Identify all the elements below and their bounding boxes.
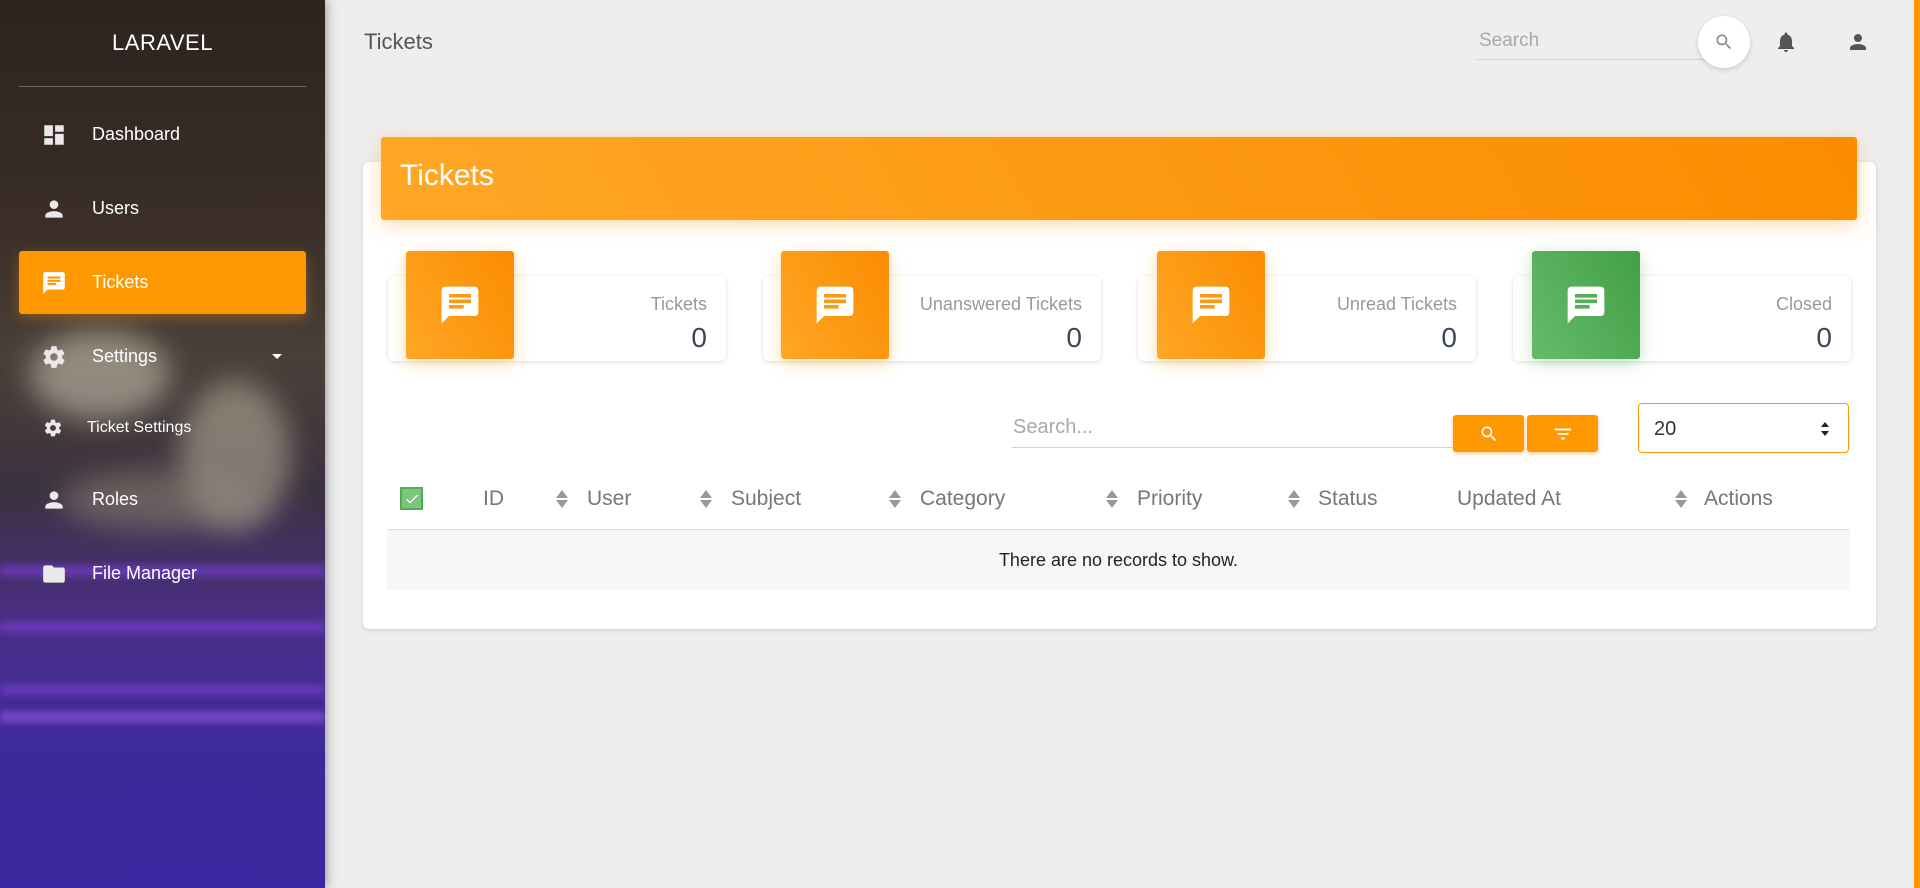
- sort-icon[interactable]: [1105, 488, 1119, 510]
- per-page-value: 20: [1654, 418, 1677, 440]
- chevron-down-icon: [272, 354, 282, 359]
- sidebar-item-roles[interactable]: Roles: [19, 468, 306, 531]
- sidebar-item-dashboard[interactable]: Dashboard: [19, 103, 306, 166]
- stat-icon-box: [1157, 251, 1265, 359]
- sidebar-item-settings[interactable]: Settings: [19, 325, 306, 388]
- gear-icon: [43, 418, 63, 438]
- column-header-status[interactable]: Status: [1318, 487, 1378, 511]
- sidebar-item-tickets[interactable]: Tickets: [19, 251, 306, 314]
- background-stripe: [0, 685, 325, 695]
- sort-icon[interactable]: [888, 488, 902, 510]
- select-all-checkbox[interactable]: [400, 487, 423, 510]
- user-menu-button[interactable]: [1846, 30, 1870, 54]
- table-search-button[interactable]: [1453, 415, 1524, 452]
- sidebar-item-label: Tickets: [92, 272, 149, 292]
- background-stripe: [0, 622, 325, 632]
- sort-icon[interactable]: [1674, 488, 1688, 510]
- sort-icon[interactable]: [699, 488, 713, 510]
- stat-icon-box: [1532, 251, 1640, 359]
- page-title: Tickets: [364, 29, 433, 54]
- stat-value: 0: [691, 322, 707, 353]
- dashboard-icon: [41, 122, 67, 148]
- column-header-actions: Actions: [1704, 487, 1773, 510]
- chat-icon: [441, 286, 479, 324]
- column-header-id[interactable]: ID: [483, 487, 504, 511]
- sidebar-item-ticket-settings[interactable]: Ticket Settings: [19, 399, 306, 457]
- sort-icon[interactable]: [1287, 488, 1301, 510]
- sidebar-item-label: Users: [92, 198, 140, 218]
- card-header: Tickets: [381, 137, 1857, 220]
- background-stripe: [0, 712, 325, 722]
- person-icon: [41, 196, 67, 222]
- filter-button[interactable]: [1527, 415, 1598, 452]
- empty-table-message: There are no records to show.: [387, 530, 1850, 590]
- sidebar-item-label: Ticket Settings: [87, 419, 192, 436]
- column-header-category[interactable]: Category: [920, 487, 1005, 511]
- chat-icon: [816, 286, 854, 324]
- chat-icon: [41, 270, 67, 296]
- table-search-input[interactable]: [1012, 408, 1452, 448]
- bell-icon: [1778, 32, 1794, 52]
- search-icon: [1481, 426, 1496, 441]
- stat-value: 0: [1066, 322, 1082, 353]
- sidebar-item-label: Settings: [92, 346, 158, 366]
- gear-icon: [41, 344, 67, 370]
- column-header-subject[interactable]: Subject: [731, 487, 801, 511]
- check-icon: [405, 494, 418, 504]
- chat-icon: [1192, 286, 1230, 324]
- filter-icon: [1554, 428, 1571, 439]
- select-arrows-icon: [1821, 422, 1829, 436]
- stat-value: 0: [1441, 322, 1457, 353]
- sort-icon[interactable]: [555, 488, 569, 510]
- search-button[interactable]: [1698, 16, 1750, 68]
- column-header-priority[interactable]: Priority: [1137, 487, 1202, 511]
- chat-icon: [1567, 286, 1605, 324]
- person-icon: [1850, 34, 1866, 50]
- column-header-updated-at[interactable]: Updated At: [1457, 487, 1561, 511]
- search-input[interactable]: [1477, 22, 1709, 60]
- sidebar-item-label: Dashboard: [92, 124, 181, 144]
- notifications-button[interactable]: [1774, 30, 1798, 54]
- per-page-select[interactable]: 20: [1638, 403, 1849, 453]
- top-bar: Tickets: [325, 0, 1920, 86]
- search-icon: [1716, 34, 1732, 50]
- sidebar-item-label: File Manager: [92, 563, 198, 583]
- stat-value: 0: [1816, 322, 1832, 353]
- window-edge: [1914, 0, 1920, 888]
- person-icon: [41, 487, 67, 513]
- folder-icon: [41, 561, 67, 587]
- stat-label: Tickets: [650, 294, 707, 314]
- stat-label: Closed: [1775, 294, 1832, 314]
- brand-logo[interactable]: LARAVEL: [0, 0, 325, 86]
- stat-icon-box: [406, 251, 514, 359]
- sidebar-item-label: Roles: [92, 489, 139, 509]
- column-header-user[interactable]: User: [587, 487, 631, 511]
- stat-icon-box: [781, 251, 889, 359]
- stat-label: Unread Tickets: [1336, 294, 1457, 314]
- stat-label: Unanswered Tickets: [919, 294, 1082, 314]
- sidebar: LARAVEL Dashboard Users Tickets Settings: [0, 0, 325, 888]
- card-title: Tickets: [400, 159, 494, 192]
- sidebar-item-file-manager[interactable]: File Manager: [19, 542, 306, 605]
- sidebar-item-users[interactable]: Users: [19, 177, 306, 240]
- sidebar-nav: Dashboard Users Tickets Settings Ticket …: [0, 87, 325, 605]
